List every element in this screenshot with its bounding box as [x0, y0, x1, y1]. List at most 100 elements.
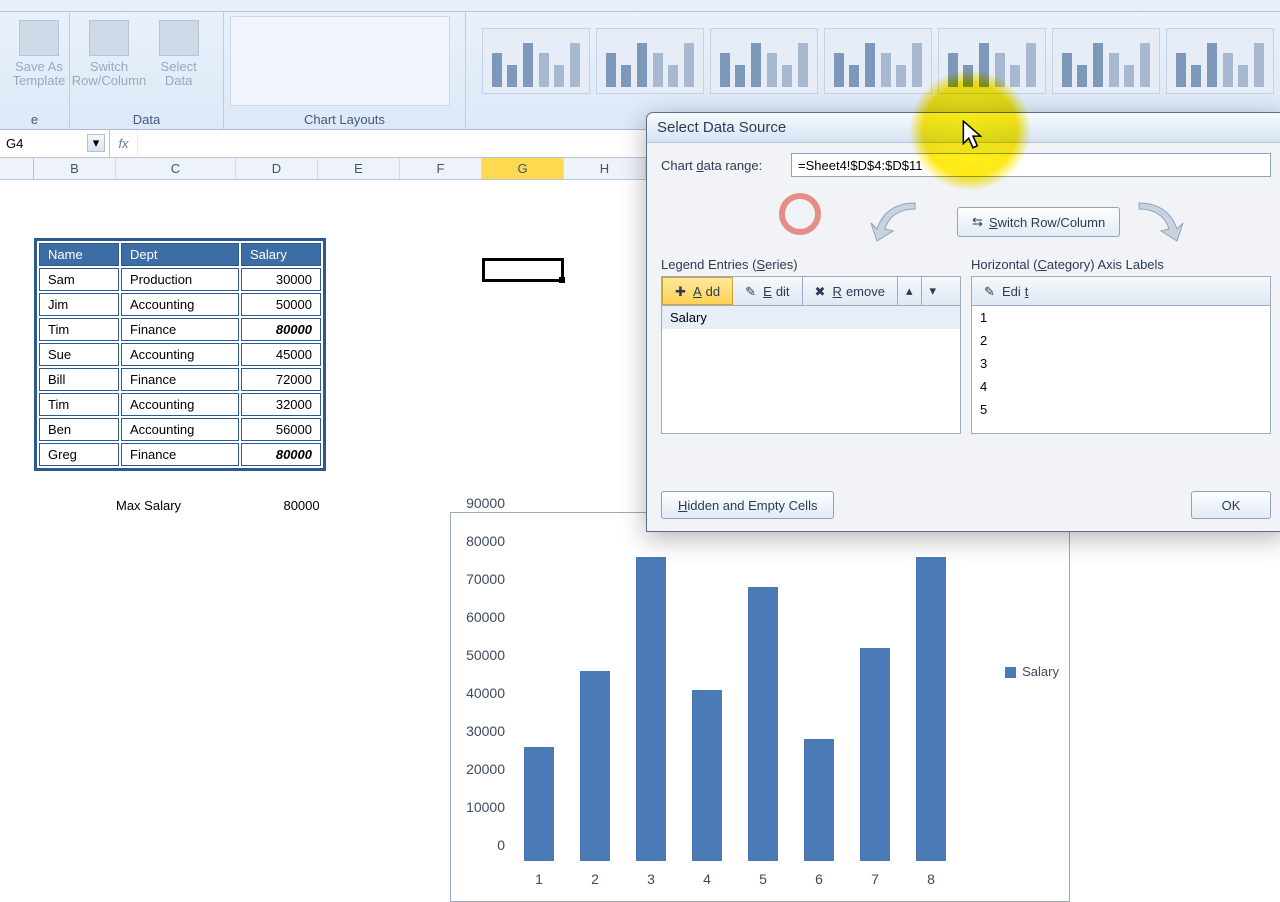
chart-bar[interactable] [636, 557, 666, 861]
move-down-button[interactable]: ▾ [922, 277, 945, 305]
axis-item[interactable]: 3 [972, 352, 1270, 375]
col-C[interactable]: C [116, 158, 236, 179]
dialog-title[interactable]: Select Data Source [647, 113, 1280, 143]
series-item[interactable]: Salary [662, 306, 960, 329]
table-row[interactable]: GregFinance80000 [39, 443, 321, 466]
edit-series-button[interactable]: ✎Edit [733, 277, 802, 305]
tab-review[interactable]: Review [444, 0, 493, 1]
fx-icon[interactable]: fx [110, 130, 138, 157]
table-row[interactable]: TimFinance80000 [39, 318, 321, 341]
tab-insert[interactable]: Insert [84, 0, 122, 1]
chart-style-5[interactable] [938, 28, 1046, 94]
chart-bar[interactable] [580, 671, 610, 861]
switch-row-column-dialog-button[interactable]: ⇆ SSwitch Row/Columnwitch Row/Column [957, 207, 1120, 237]
cell-salary[interactable]: 56000 [241, 418, 321, 441]
col-D[interactable]: D [236, 158, 318, 179]
embedded-chart[interactable]: 0100002000030000400005000060000700008000… [450, 512, 1070, 902]
col-F[interactable]: F [400, 158, 482, 179]
chart-style-7[interactable] [1166, 28, 1274, 94]
cell-name[interactable]: Greg [39, 443, 119, 466]
cell-salary[interactable]: 80000 [241, 443, 321, 466]
cell-name[interactable]: Tim [39, 393, 119, 416]
tab-format[interactable]: Format [860, 0, 908, 1]
axis-item[interactable]: 2 [972, 329, 1270, 352]
add-series-button[interactable]: ✚Add [662, 277, 733, 305]
table-row[interactable]: SamProduction30000 [39, 268, 321, 291]
name-box[interactable]: G4 ▾ [0, 130, 110, 157]
cell-dept[interactable]: Accounting [121, 343, 239, 366]
ok-button[interactable]: OK [1191, 491, 1271, 519]
chart-style-4[interactable] [824, 28, 932, 94]
axis-item[interactable]: 1 [972, 306, 1270, 329]
cell-name[interactable]: Sam [39, 268, 119, 291]
cell-name[interactable]: Ben [39, 418, 119, 441]
cell-dept[interactable]: Accounting [121, 393, 239, 416]
template-icon [19, 20, 59, 56]
chart-style-6[interactable] [1052, 28, 1160, 94]
cell-name[interactable]: Jim [39, 293, 119, 316]
switch-row-column-button[interactable]: Switch Row/Column [76, 16, 142, 106]
axis-item[interactable]: 4 [972, 375, 1270, 398]
cell-dept[interactable]: Production [121, 268, 239, 291]
cell-dept[interactable]: Finance [121, 318, 239, 341]
data-table[interactable]: Name Dept Salary SamProduction30000JimAc… [34, 238, 326, 471]
name-box-dropdown[interactable]: ▾ [87, 134, 105, 152]
cell-salary[interactable]: 30000 [241, 268, 321, 291]
chart-layouts-gallery[interactable] [230, 16, 450, 106]
chart-style-2[interactable] [596, 28, 704, 94]
remove-series-button[interactable]: ✖Remove [803, 277, 898, 305]
tab-view[interactable]: View [524, 0, 556, 1]
col-B[interactable]: B [34, 158, 116, 179]
col-G[interactable]: G [482, 158, 564, 179]
chart-style-1[interactable] [482, 28, 590, 94]
table-row[interactable]: BillFinance72000 [39, 368, 321, 391]
chart-bar[interactable] [748, 587, 778, 861]
table-row[interactable]: TimAccounting32000 [39, 393, 321, 416]
table-row[interactable]: JimAccounting50000 [39, 293, 321, 316]
cell-name[interactable]: Bill [39, 368, 119, 391]
table-row[interactable]: SueAccounting45000 [39, 343, 321, 366]
cell-dept[interactable]: Finance [121, 443, 239, 466]
chart-styles-gallery[interactable] [472, 16, 1274, 94]
save-as-template-button[interactable]: Save As Template [6, 16, 72, 106]
select-data-button[interactable]: Select Data [146, 16, 212, 106]
tab-pagelayout[interactable]: Page Layout [158, 0, 242, 1]
tab-design[interactable]: Design [700, 0, 747, 1]
hidden-empty-cells-button[interactable]: HHidden and Empty Cellsidden and Empty C… [661, 491, 834, 519]
chart-bar[interactable] [860, 648, 890, 861]
cell-salary[interactable]: 45000 [241, 343, 321, 366]
col-H[interactable]: H [564, 158, 646, 179]
chart-data-range-input[interactable] [791, 153, 1271, 177]
chart-bar[interactable] [692, 690, 722, 861]
cell-dept[interactable]: Accounting [121, 418, 239, 441]
cell-salary[interactable]: 32000 [241, 393, 321, 416]
tab-developer[interactable]: Developer [590, 0, 658, 1]
cell-name[interactable]: Tim [39, 318, 119, 341]
chart-data-range-label: Chart data range: [661, 158, 791, 173]
cell-name[interactable]: Sue [39, 343, 119, 366]
cell-dept[interactable]: Accounting [121, 293, 239, 316]
tab-home[interactable]: Home [10, 0, 50, 1]
series-listbox[interactable]: Salary [661, 306, 961, 434]
tab-layout[interactable]: Layout [782, 0, 827, 1]
table-row[interactable]: BenAccounting56000 [39, 418, 321, 441]
move-up-button[interactable]: ▴ [898, 277, 922, 305]
cell-dept[interactable]: Finance [121, 368, 239, 391]
tab-formulas[interactable]: Formulas [276, 0, 339, 1]
tab-data[interactable]: Data [374, 0, 406, 1]
cell-salary[interactable]: 50000 [241, 293, 321, 316]
axis-listbox[interactable]: 12345 [971, 306, 1271, 434]
select-all-corner[interactable] [0, 158, 34, 179]
chart-style-3[interactable] [710, 28, 818, 94]
axis-item[interactable]: 5 [972, 398, 1270, 421]
chart-bar[interactable] [524, 747, 554, 861]
active-cell[interactable] [482, 258, 564, 282]
chart-bar[interactable] [916, 557, 946, 861]
select-data-source-dialog[interactable]: Select Data Source Chart data range: ⇆ S… [646, 112, 1280, 532]
x-tick: 5 [759, 871, 767, 887]
chart-bar[interactable] [804, 739, 834, 861]
cell-salary[interactable]: 72000 [241, 368, 321, 391]
col-E[interactable]: E [318, 158, 400, 179]
cell-salary[interactable]: 80000 [241, 318, 321, 341]
edit-axis-button[interactable]: ✎Edit [972, 277, 1040, 305]
